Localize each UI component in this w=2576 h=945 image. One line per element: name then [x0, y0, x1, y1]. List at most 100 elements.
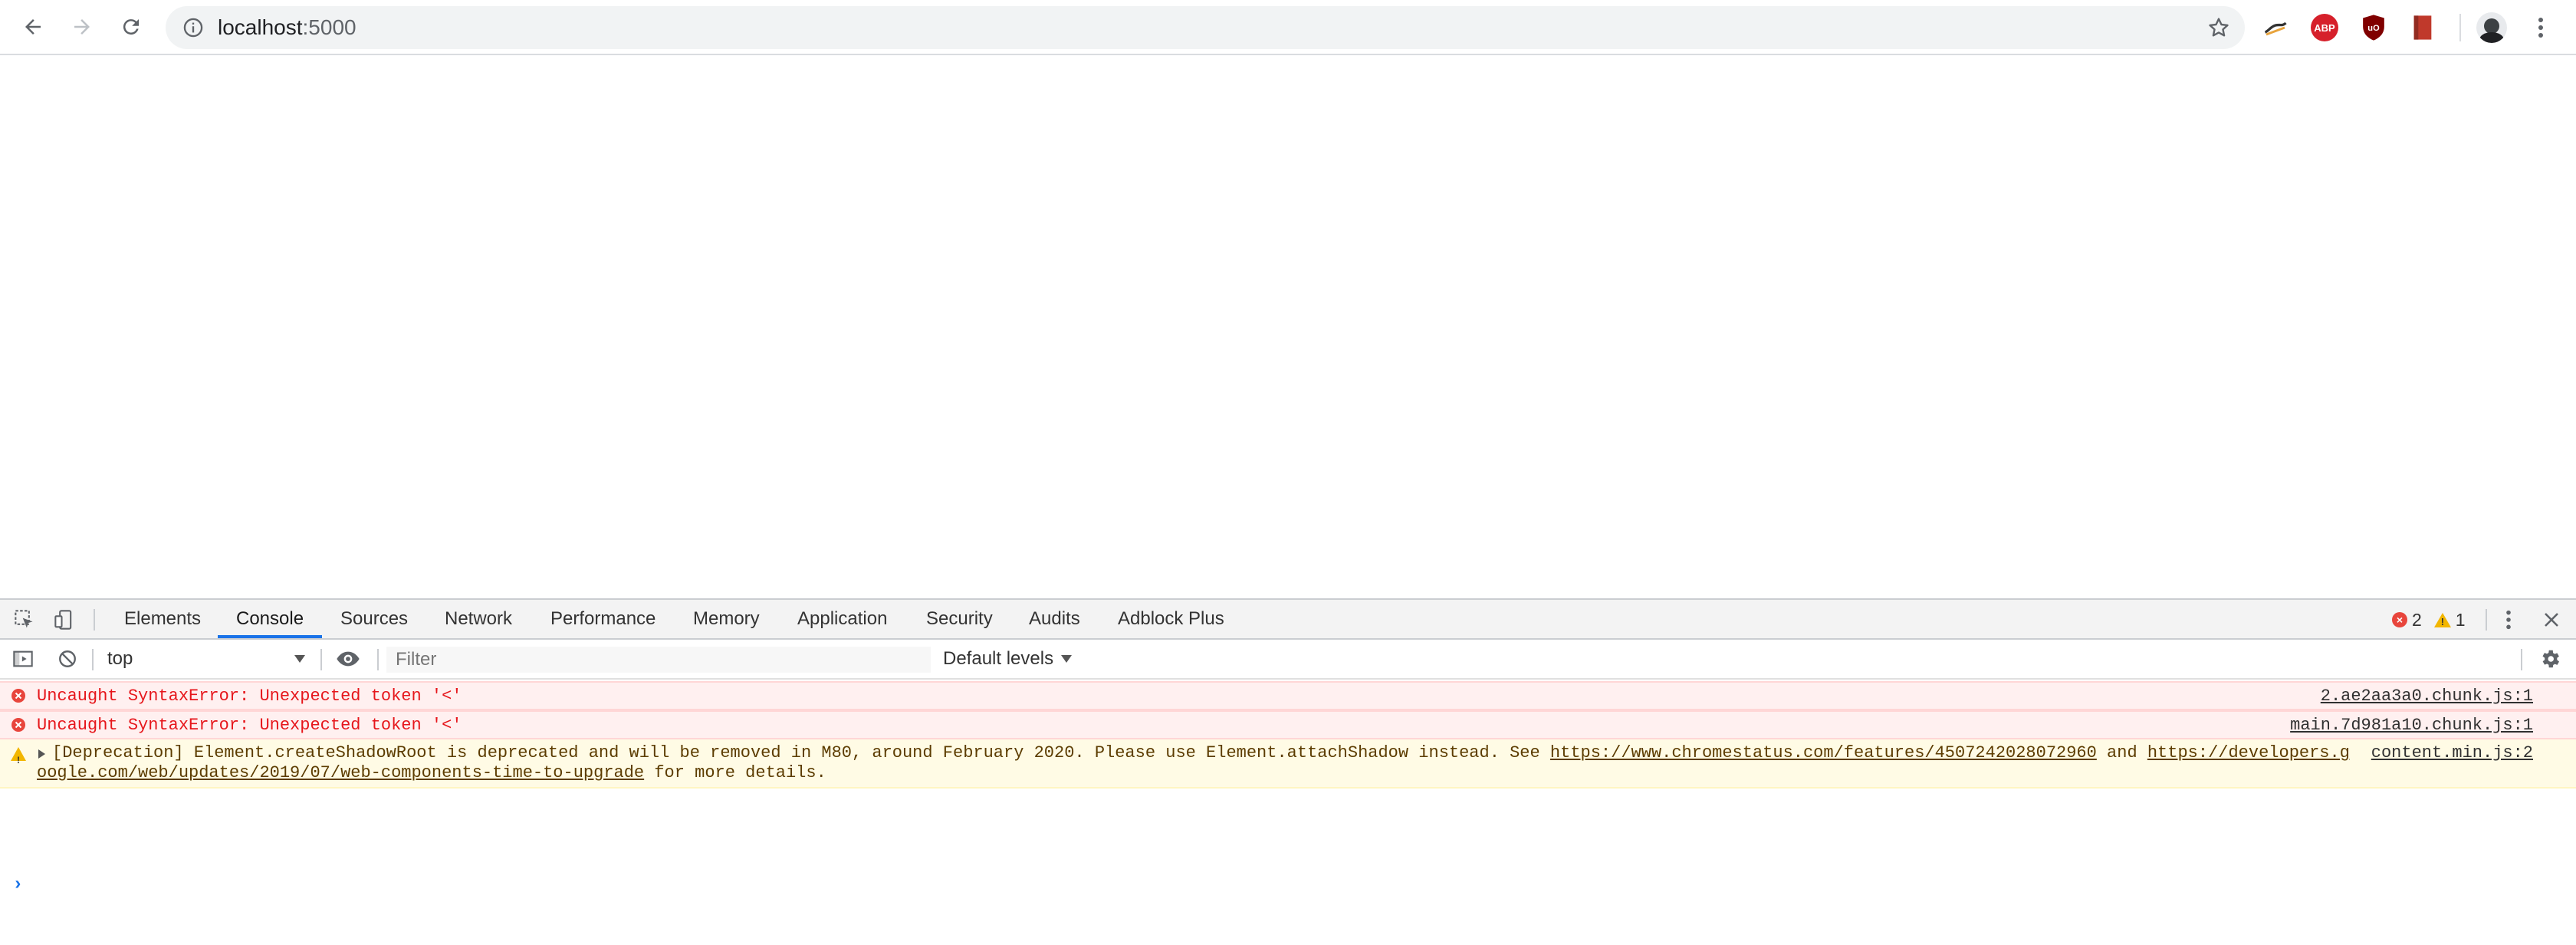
error-circle-icon	[12, 718, 25, 732]
chromestatus-link[interactable]: https://www.chromestatus.com/features/45…	[1550, 743, 2097, 762]
avatar[interactable]	[2476, 12, 2507, 43]
developers-google-link[interactable]: https://developers.g	[2147, 743, 2350, 762]
toolbar-separator	[320, 649, 322, 670]
developers-google-link-continued[interactable]: oogle.com/web/updates/2019/07/web-compon…	[37, 763, 644, 782]
issue-counter[interactable]: × 2 ! 1	[2392, 609, 2466, 631]
console-settings-button[interactable]	[2538, 647, 2562, 671]
url-port: :5000	[302, 15, 356, 39]
console-toolbar: top Default levels	[0, 640, 2576, 680]
tabbar-separator	[94, 609, 95, 631]
devtools-panel: Elements Console Sources Network Perform…	[0, 598, 2576, 943]
context-select[interactable]: top	[107, 646, 311, 672]
warning-count: 1	[2455, 609, 2466, 630]
tab-network[interactable]: Network	[443, 600, 514, 638]
warning-suffix: for more details.	[644, 763, 826, 782]
sniff-extension-icon[interactable]	[2262, 14, 2289, 41]
tab-console[interactable]: Console	[235, 600, 305, 638]
browser-toolbar: localhost:5000 ABP uO	[0, 0, 2576, 55]
message-text-line2: oogle.com/web/updates/2019/07/web-compon…	[37, 763, 826, 783]
tab-elements[interactable]: Elements	[123, 600, 202, 638]
avatar-head	[2484, 18, 2499, 34]
tab-security[interactable]: Security	[925, 600, 994, 638]
inspect-element-button[interactable]	[12, 608, 37, 632]
close-icon	[2545, 613, 2558, 627]
bookmark-extension-icon[interactable]	[2409, 14, 2436, 41]
console-message-error[interactable]: Uncaught SyntaxError: Unexpected token '…	[0, 681, 2576, 710]
abp-label: ABP	[2314, 21, 2335, 34]
message-text: Uncaught SyntaxError: Unexpected token '…	[37, 716, 462, 735]
devtools-menu-button[interactable]	[2496, 608, 2521, 632]
ublock-origin-icon[interactable]: uO	[2360, 14, 2387, 41]
live-expression-button[interactable]	[336, 647, 360, 671]
warning-icon: !	[11, 747, 26, 766]
expand-triangle-icon[interactable]	[38, 749, 45, 759]
toolbar-separator	[2459, 14, 2461, 41]
chevron-down-icon	[294, 655, 305, 663]
bookmark-star-icon[interactable]	[2206, 15, 2231, 40]
filter-input[interactable]	[386, 647, 931, 673]
toolbar-separator	[92, 649, 94, 670]
warning-text-middle: and	[2096, 743, 2147, 762]
error-icon: ×	[2392, 612, 2407, 627]
forward-button[interactable]	[64, 9, 100, 44]
devtools-tabbar: Elements Console Sources Network Perform…	[0, 600, 2576, 640]
eye-icon	[337, 651, 360, 667]
show-sidebar-button[interactable]	[11, 647, 35, 671]
tabbar-separator	[2486, 609, 2487, 631]
active-tab-indicator	[218, 635, 322, 638]
tab-adblock-plus[interactable]: Adblock Plus	[1116, 600, 1226, 638]
back-button[interactable]	[15, 9, 51, 44]
console-message-error[interactable]: Uncaught SyntaxError: Unexpected token '…	[0, 710, 2576, 739]
warning-text: [Deprecation] Element.createShadowRoot i…	[52, 743, 1550, 762]
adblock-plus-icon[interactable]: ABP	[2311, 14, 2338, 41]
toolbar-separator	[2521, 649, 2522, 670]
shield-icon: uO	[2363, 15, 2384, 41]
dot	[2538, 18, 2543, 22]
ublock-label: uO	[2367, 24, 2380, 33]
error-circle-icon	[12, 689, 25, 703]
page-viewport	[0, 55, 2576, 598]
tab-performance[interactable]: Performance	[549, 600, 657, 638]
message-source-link[interactable]: 2.ae2aa3a0.chunk.js:1	[2321, 687, 2533, 706]
reload-button[interactable]	[113, 9, 149, 44]
chrome-menu-button[interactable]	[2527, 14, 2555, 41]
console-prompt-icon[interactable]: ›	[12, 874, 23, 895]
url-text[interactable]: localhost:5000	[218, 15, 356, 40]
cursor-select-icon	[15, 610, 33, 628]
tab-sources[interactable]: Sources	[339, 600, 409, 638]
address-bar[interactable]: localhost:5000	[166, 6, 2245, 49]
dot	[2538, 25, 2543, 30]
sidebar-toggle-icon	[13, 650, 33, 667]
back-arrow-icon	[25, 19, 41, 35]
block-icon	[59, 650, 76, 667]
error-count: 2	[2412, 609, 2422, 630]
device-toolbar-button[interactable]	[52, 608, 77, 632]
warning-icon: !	[2433, 612, 2451, 627]
dot	[2538, 33, 2543, 38]
avatar-body	[2479, 32, 2504, 43]
message-text: [Deprecation] Element.createShadowRoot i…	[52, 743, 2350, 763]
log-levels-dropdown[interactable]: Default levels	[943, 646, 1053, 672]
message-source-link[interactable]: main.7d981a10.chunk.js:1	[2290, 716, 2533, 736]
close-devtools-button[interactable]	[2539, 608, 2564, 632]
url-host: localhost	[218, 15, 303, 39]
sniff-icon	[2264, 21, 2287, 36]
chevron-down-icon	[1061, 655, 1072, 663]
warning-triangle: !	[11, 747, 26, 766]
clear-console-button[interactable]	[55, 647, 80, 671]
console-message-warning[interactable]: ! [Deprecation] Element.createShadowRoot…	[0, 739, 2576, 789]
forward-arrow-icon	[74, 19, 90, 35]
message-text: Uncaught SyntaxError: Unexpected token '…	[37, 687, 462, 706]
tab-memory[interactable]: Memory	[692, 600, 761, 638]
book-icon	[2413, 15, 2432, 40]
gear-icon	[2542, 650, 2559, 668]
kebab-menu-icon	[2506, 610, 2511, 630]
message-source-link[interactable]: content.min.js:2	[2371, 743, 2533, 763]
device-icon	[54, 610, 72, 630]
console-messages: Uncaught SyntaxError: Unexpected token '…	[0, 680, 2576, 945]
tab-audits[interactable]: Audits	[1027, 600, 1082, 638]
tab-application[interactable]: Application	[796, 600, 889, 638]
reload-icon	[123, 19, 139, 35]
info-icon[interactable]	[182, 17, 204, 38]
toolbar-separator	[377, 649, 379, 670]
